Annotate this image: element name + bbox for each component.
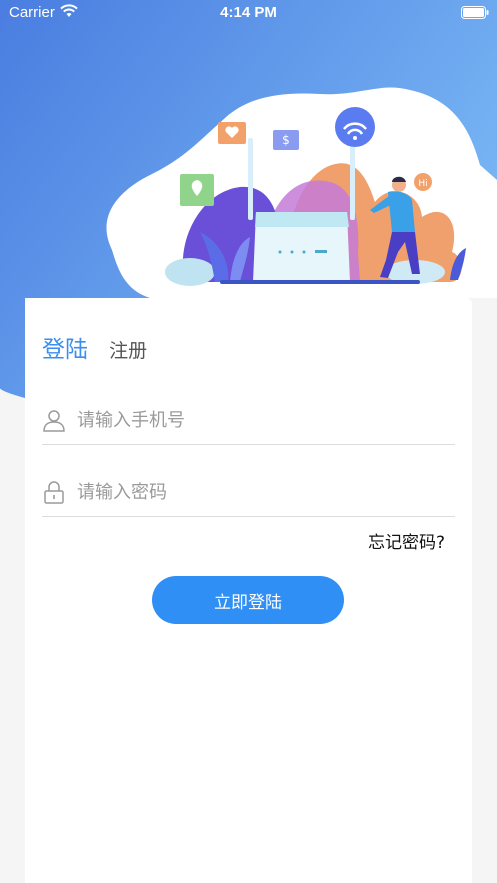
status-bar: Carrier 4:14 PM <box>0 0 497 26</box>
login-button[interactable]: 立即登陆 <box>152 576 344 624</box>
password-input[interactable] <box>77 478 447 506</box>
hi-bubble-text: Hi <box>418 179 427 189</box>
battery-icon <box>461 6 489 19</box>
price-tag: $ <box>282 133 290 147</box>
user-icon <box>43 410 65 432</box>
phone-field <box>42 400 455 445</box>
tab-register[interactable]: 注册 <box>109 336 147 363</box>
clock: 4:14 PM <box>220 4 277 21</box>
password-field <box>42 472 455 517</box>
tab-login[interactable]: 登陆 <box>42 330 88 364</box>
hero-illustration: $ Hi <box>165 107 466 286</box>
forgot-password-link[interactable]: 忘记密码? <box>368 528 445 553</box>
lock-icon <box>44 481 64 504</box>
login-card: 登陆 注册 忘记密码? 立即登陆 <box>25 298 472 883</box>
auth-tabs: 登陆 注册 <box>42 330 163 364</box>
phone-input[interactable] <box>77 406 447 434</box>
